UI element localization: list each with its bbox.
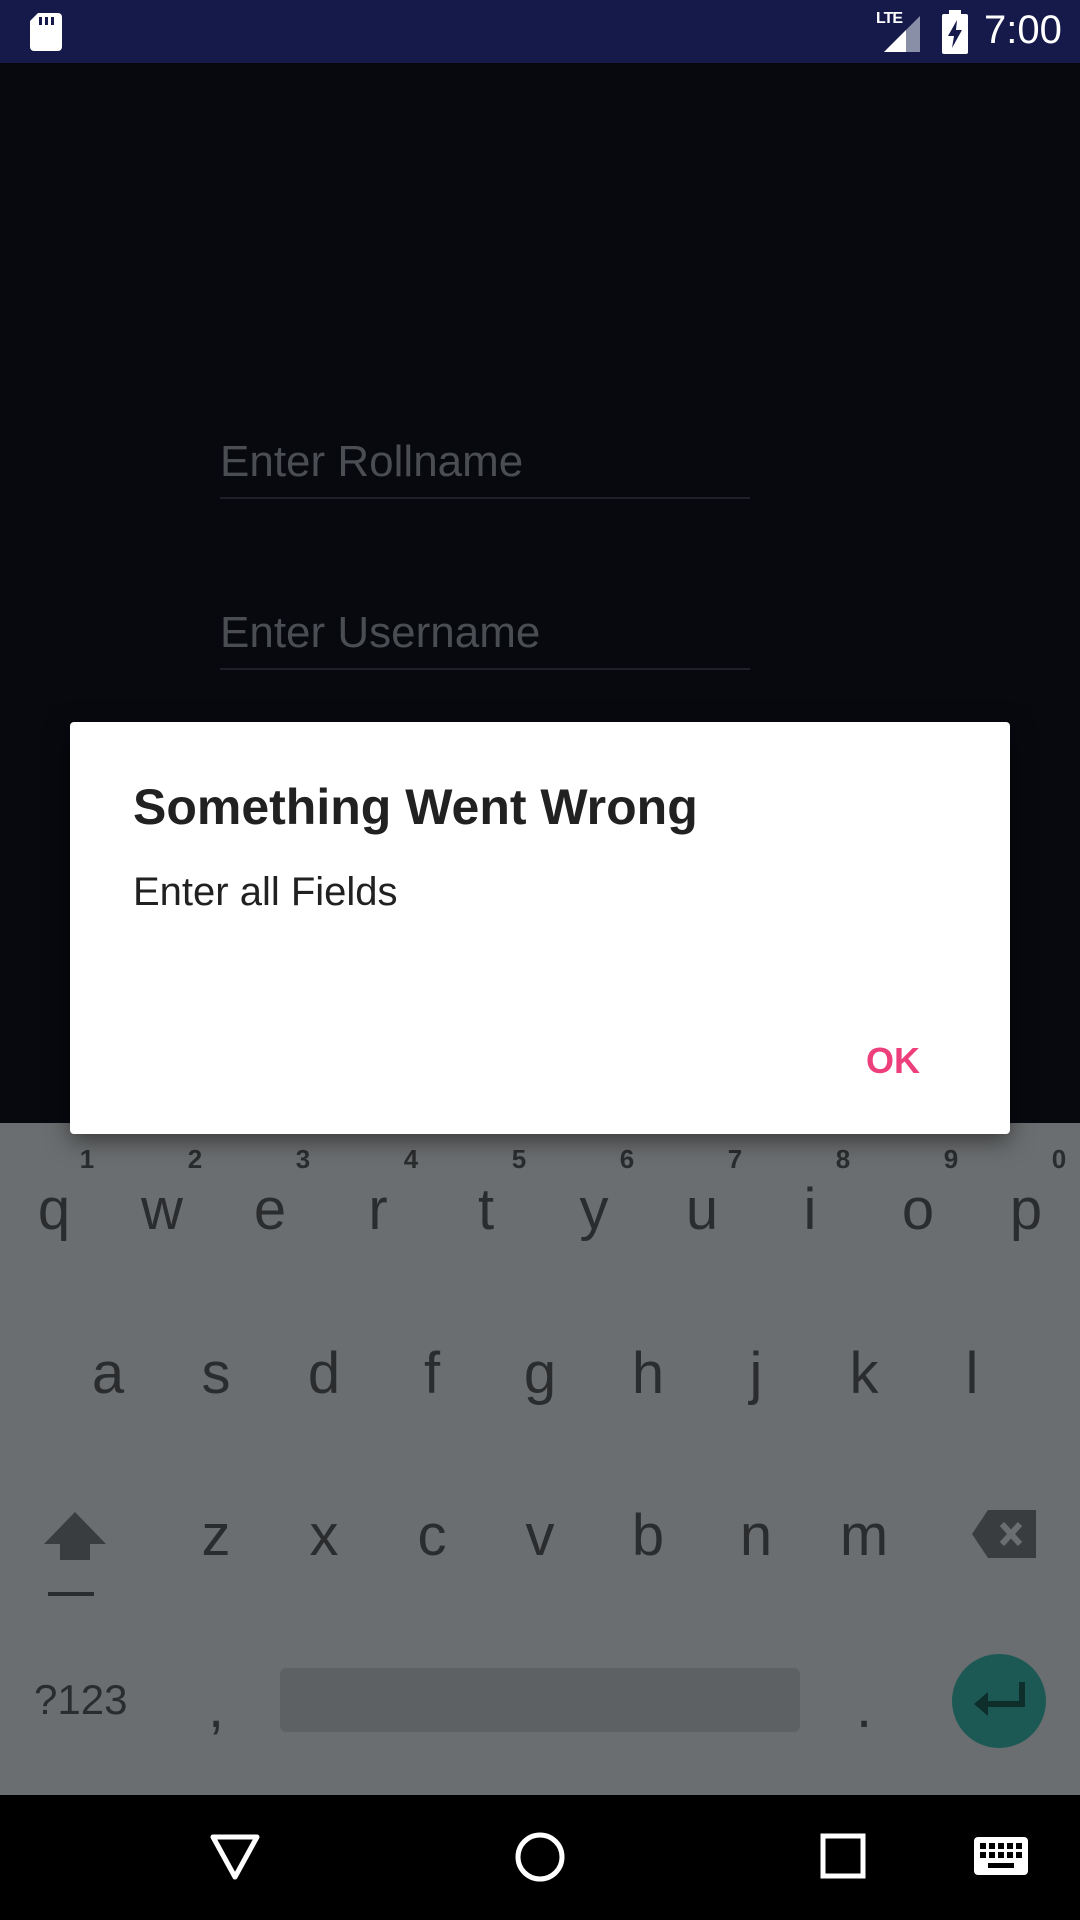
key-a[interactable]: a [63, 1340, 153, 1407]
key-hint-0: 0 [1051, 1144, 1067, 1174]
key-w[interactable]: w [117, 1176, 207, 1243]
key-s[interactable]: s [171, 1340, 261, 1407]
key-hint-9: 9 [943, 1144, 959, 1174]
key-t[interactable]: t [441, 1176, 531, 1243]
home-icon[interactable] [514, 1831, 566, 1883]
key-hint-5: 5 [511, 1144, 527, 1174]
rollname-placeholder: Enter Rollname [220, 437, 524, 486]
network-type-label: LTE [876, 10, 903, 27]
key-f[interactable]: f [387, 1340, 477, 1407]
key-q[interactable]: q [9, 1176, 99, 1243]
period-key[interactable]: . [819, 1674, 909, 1741]
battery-charging-icon [942, 10, 968, 54]
username-placeholder: Enter Username [220, 608, 541, 657]
symbols-key[interactable]: ?123 [34, 1676, 127, 1724]
key-r[interactable]: r [333, 1176, 423, 1243]
key-d[interactable]: d [279, 1340, 369, 1407]
sd-card-icon [30, 13, 62, 51]
ok-button[interactable]: OK [866, 1040, 920, 1082]
space-bar[interactable] [280, 1668, 800, 1732]
navigation-bar [0, 1795, 1080, 1920]
status-time: 7:00 [984, 8, 1062, 52]
key-p[interactable]: p [981, 1176, 1071, 1243]
key-h[interactable]: h [603, 1340, 693, 1407]
key-hint-4: 4 [403, 1144, 419, 1174]
key-hint-7: 7 [727, 1144, 743, 1174]
enter-key[interactable] [952, 1654, 1046, 1748]
keyboard-switch-icon[interactable] [974, 1837, 1028, 1875]
key-hint-1: 1 [79, 1144, 95, 1174]
key-c[interactable]: c [387, 1502, 477, 1569]
key-j[interactable]: j [711, 1340, 801, 1407]
dialog-message: Enter all Fields [133, 870, 398, 914]
key-v[interactable]: v [495, 1502, 585, 1569]
backspace-icon[interactable] [972, 1510, 1036, 1558]
key-hint-8: 8 [835, 1144, 851, 1174]
recents-icon[interactable] [820, 1833, 866, 1879]
dialog-title: Something Went Wrong [133, 779, 698, 835]
key-o[interactable]: o [873, 1176, 963, 1243]
username-input[interactable]: Enter Username [220, 598, 750, 670]
rollname-input[interactable]: Enter Rollname [220, 427, 750, 499]
shift-key-icon[interactable] [44, 1508, 106, 1596]
key-z[interactable]: z [171, 1502, 261, 1569]
key-b[interactable]: b [603, 1502, 693, 1569]
key-m[interactable]: m [819, 1502, 909, 1569]
key-hint-6: 6 [619, 1144, 635, 1174]
key-n[interactable]: n [711, 1502, 801, 1569]
enter-icon [974, 1682, 1025, 1716]
key-y[interactable]: y [549, 1176, 639, 1243]
key-l[interactable]: l [927, 1340, 1017, 1407]
key-e[interactable]: e [225, 1176, 315, 1243]
key-hint-2: 2 [187, 1144, 203, 1174]
error-dialog: Something Went Wrong Enter all Fields OK [70, 722, 1010, 1134]
key-i[interactable]: i [765, 1176, 855, 1243]
key-x[interactable]: x [279, 1502, 369, 1569]
key-u[interactable]: u [657, 1176, 747, 1243]
back-icon[interactable] [210, 1833, 260, 1881]
status-bar: LTE 7:00 [0, 0, 1080, 63]
key-k[interactable]: k [819, 1340, 909, 1407]
comma-key[interactable]: , [171, 1674, 261, 1741]
key-g[interactable]: g [495, 1340, 585, 1407]
key-hint-3: 3 [295, 1144, 311, 1174]
